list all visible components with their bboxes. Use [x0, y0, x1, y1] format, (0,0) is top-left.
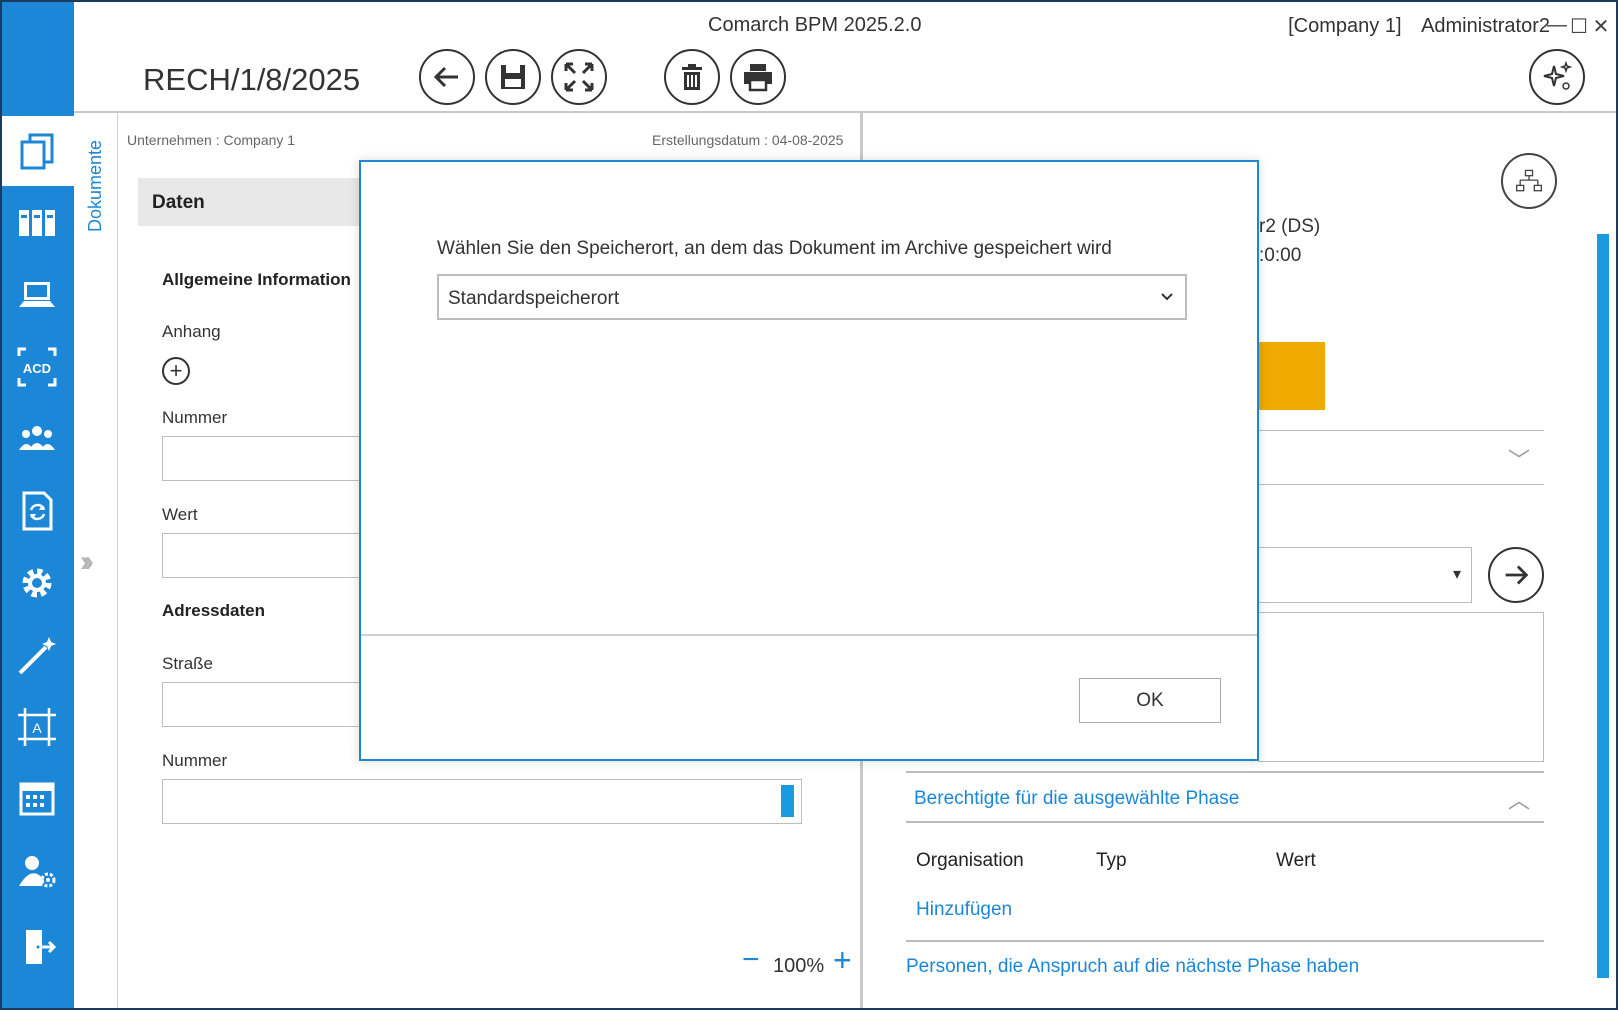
- storage-location-prompt: Wählen Sie den Speicherort, an dem das D…: [437, 238, 1112, 259]
- chevron-down-icon: ▾: [1452, 566, 1461, 583]
- section-divider: [906, 940, 1544, 942]
- general-info-title: Allgemeine Information: [162, 270, 351, 289]
- add-authorized-link[interactable]: Hinzufügen: [916, 899, 1012, 921]
- storage-location-value: Standardspeicherort: [448, 288, 620, 309]
- minimize-button[interactable]: —: [1546, 14, 1568, 37]
- go-next-phase-button[interactable]: [1488, 547, 1544, 603]
- fullscreen-button[interactable]: [551, 49, 607, 105]
- svg-text:ACD: ACD: [23, 361, 51, 376]
- col-wert: Wert: [1276, 850, 1316, 871]
- next-phase-select[interactable]: ▾: [1258, 547, 1472, 603]
- attachment-label: Anhang: [162, 322, 221, 341]
- creation-date-meta: Erstellungsdatum : 04-08-2025: [652, 132, 844, 148]
- input-cursor-marker: [781, 785, 794, 817]
- comment-textarea[interactable]: [1258, 612, 1544, 762]
- phase-status-block[interactable]: [1258, 342, 1325, 410]
- zoom-in-button[interactable]: +: [833, 944, 852, 976]
- chevron-up-icon: ︿: [1507, 788, 1530, 813]
- archive-binders-icon: [19, 210, 55, 236]
- maximize-button[interactable]: ☐: [1568, 14, 1590, 39]
- tab-dokumente[interactable]: Dokumente: [85, 140, 106, 232]
- app-header: Comarch BPM 2025.2.0 [Company 1] Adminis…: [74, 0, 1618, 113]
- daten-title: Daten: [152, 192, 205, 213]
- logout-door-icon: [26, 930, 57, 964]
- address-title: Adressdaten: [162, 601, 265, 620]
- sidebar-item-settings[interactable]: [0, 548, 74, 618]
- workflow-diagram-button[interactable]: [1501, 153, 1557, 209]
- svg-text:A: A: [32, 720, 42, 736]
- print-button[interactable]: [730, 49, 786, 105]
- zoom-level: 100%: [773, 955, 825, 977]
- save-button[interactable]: [485, 49, 541, 105]
- company-label: [Company 1]: [1288, 15, 1402, 37]
- magic-wand-icon: [18, 637, 56, 675]
- sidebar-item-documents[interactable]: [0, 116, 74, 186]
- gear-icon: [22, 568, 52, 598]
- form-designer-icon: A: [18, 708, 56, 746]
- users-group-icon: [19, 426, 55, 450]
- fullscreen-icon: [564, 62, 594, 92]
- sidebar-item-archive[interactable]: [0, 188, 74, 258]
- value-label: Wert: [162, 505, 198, 524]
- app-title: Comarch BPM 2025.2.0: [708, 14, 922, 36]
- close-button[interactable]: ✕: [1590, 14, 1612, 39]
- storage-location-select[interactable]: Standardspeicherort: [437, 274, 1187, 320]
- delete-button[interactable]: [664, 49, 720, 105]
- zoom-out-button[interactable]: −: [742, 945, 760, 975]
- sidebar-item-logout[interactable]: [0, 912, 74, 982]
- main-sidebar: ACD A: [0, 0, 74, 1010]
- ai-assistant-button[interactable]: [1529, 49, 1585, 105]
- phase-dropdown[interactable]: ﹀: [1258, 430, 1544, 485]
- calendar-icon: [19, 782, 55, 816]
- house-number-field[interactable]: [162, 779, 802, 824]
- ai-sparkle-icon: [1543, 60, 1573, 90]
- user-settings-icon: [19, 856, 56, 888]
- authorized-section-header[interactable]: Berechtigte für die ausgewählte Phase ︿: [906, 771, 1544, 823]
- house-number-label: Nummer: [162, 751, 228, 770]
- phase-time-text: :0:00: [1259, 245, 1302, 266]
- add-attachment-icon[interactable]: +: [162, 357, 190, 385]
- dialog-footer-divider: [361, 634, 1257, 636]
- next-phase-persons-link[interactable]: Personen, die Anspruch auf die nächste P…: [906, 956, 1359, 978]
- chevron-down-icon: ﹀: [1507, 448, 1530, 473]
- company-meta: Unternehmen : Company 1: [127, 132, 296, 148]
- sidebar-item-wizard[interactable]: [0, 620, 74, 690]
- sidebar-item-users[interactable]: [0, 404, 74, 474]
- sidebar-item-workstation[interactable]: [0, 260, 74, 330]
- authorized-section-title: Berechtigte für die ausgewählte Phase: [914, 788, 1240, 809]
- number-label: Nummer: [162, 408, 228, 427]
- document-sync-icon: [22, 491, 53, 531]
- user-label[interactable]: Administrator2: [1421, 15, 1550, 37]
- print-icon: [744, 64, 772, 92]
- forward-arrow-icon: [1505, 565, 1529, 585]
- save-icon: [501, 65, 525, 89]
- company-user-info: [Company 1] Administrator2: [1274, 15, 1550, 38]
- sidebar-item-acd[interactable]: ACD: [0, 332, 74, 402]
- vertical-scrollbar[interactable]: [1597, 234, 1609, 978]
- acd-scan-icon: ACD: [17, 347, 57, 387]
- expand-panel-icon[interactable]: ››: [80, 545, 94, 579]
- back-button[interactable]: [419, 49, 475, 105]
- documents-icon: [20, 133, 54, 170]
- org-chart-icon: [1515, 169, 1543, 192]
- laptop-icon: [19, 282, 55, 307]
- delete-icon: [682, 64, 702, 90]
- col-organisation: Organisation: [916, 850, 1024, 871]
- sidebar-item-user-settings[interactable]: [0, 836, 74, 906]
- back-arrow-icon: [433, 66, 458, 88]
- sidebar-logo-area: [0, 0, 74, 113]
- sidebar-item-calendar[interactable]: [0, 764, 74, 834]
- storage-location-dialog: Wählen Sie den Speicherort, an dem das D…: [359, 160, 1259, 761]
- document-number: RECH/1/8/2025: [143, 62, 361, 97]
- phase-owner-text: r2 (DS): [1259, 216, 1321, 237]
- sidebar-item-form-designer[interactable]: A: [0, 692, 74, 762]
- chevron-down-icon: [1161, 293, 1173, 301]
- street-label: Straße: [162, 654, 214, 673]
- col-typ: Typ: [1096, 850, 1127, 871]
- ok-button[interactable]: OK: [1079, 678, 1221, 723]
- sidebar-item-document-flow[interactable]: [0, 476, 74, 546]
